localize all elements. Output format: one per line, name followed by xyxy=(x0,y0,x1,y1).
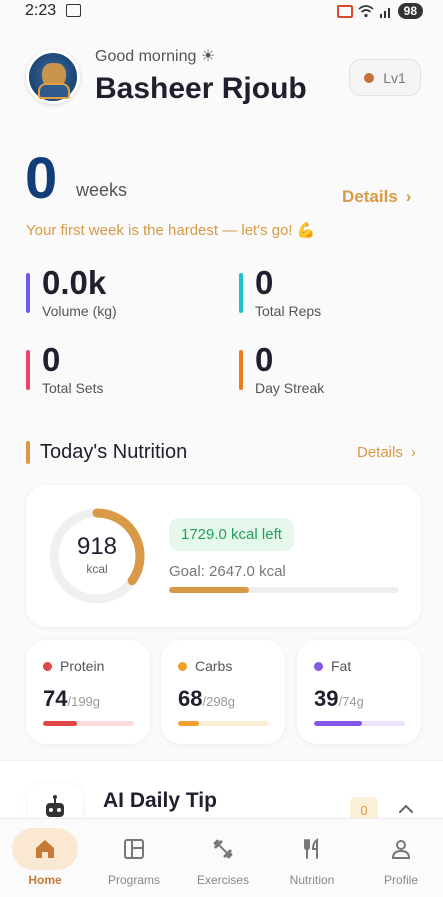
level-badge[interactable]: Lv1 xyxy=(349,59,421,96)
macro-name: Protein xyxy=(60,658,105,674)
nav-exercises[interactable]: Exercises xyxy=(179,819,267,897)
macro-value: 39 xyxy=(314,686,339,711)
macro-dot-icon xyxy=(178,662,187,671)
screenshot-icon xyxy=(66,4,81,17)
macro-dot-icon xyxy=(314,662,323,671)
stat-label: Day Streak xyxy=(255,380,325,396)
status-time: 2:23 xyxy=(25,2,57,19)
stat-label: Total Reps xyxy=(255,303,322,319)
level-label: Lv1 xyxy=(383,69,406,86)
weeks-label: weeks xyxy=(76,180,128,200)
motivation-text: Your first week is the hardest — let's g… xyxy=(26,222,316,239)
stat-value: 0 xyxy=(255,341,274,378)
macro-value: 68 xyxy=(178,686,203,711)
weeks-count: 0 xyxy=(25,146,58,211)
macro-name: Carbs xyxy=(195,658,233,674)
stat-value: 0 xyxy=(42,341,61,378)
calories-unit: kcal xyxy=(86,562,108,576)
macro-goal: /74g xyxy=(338,694,364,709)
macro-progress-track xyxy=(178,721,269,726)
macro-card-protein[interactable]: Protein 74/199g xyxy=(26,640,150,744)
nutrition-section-title: Today's Nutrition xyxy=(40,441,188,463)
macro-progress-track xyxy=(43,721,134,726)
chevron-right-icon: › xyxy=(410,444,416,461)
macro-name: Fat xyxy=(331,658,352,674)
signal-icon xyxy=(379,7,390,18)
level-dot-icon xyxy=(364,72,375,83)
stat-label: Volume (kg) xyxy=(42,303,117,319)
macro-progress-fill xyxy=(314,721,362,726)
fork-knife-icon xyxy=(279,828,345,870)
stat-accent-bar xyxy=(26,350,30,390)
calories-progress-track xyxy=(169,587,399,593)
calorie-ring: 918 kcal xyxy=(48,507,146,605)
macro-goal: /298g xyxy=(202,694,236,709)
nav-nutrition[interactable]: Nutrition xyxy=(268,819,356,897)
nav-label: Programs xyxy=(107,873,160,887)
calories-consumed: 918 xyxy=(76,533,118,560)
ai-tip-title: AI Daily Tip xyxy=(103,789,217,812)
calories-goal-text: Goal: 2647.0 kcal xyxy=(169,563,286,580)
chevron-right-icon: › xyxy=(405,187,412,206)
nutrition-details-link[interactable]: Details › xyxy=(357,444,416,461)
macro-value-line: 68/298g xyxy=(178,686,235,712)
section-accent-bar xyxy=(26,441,30,464)
macro-progress-fill xyxy=(178,721,199,726)
stat-accent-bar xyxy=(239,273,243,313)
stat-label: Total Sets xyxy=(42,380,104,396)
nav-programs[interactable]: Programs xyxy=(90,819,178,897)
macro-progress-track xyxy=(314,721,405,726)
macro-dot-icon xyxy=(43,662,52,671)
avatar[interactable] xyxy=(26,50,80,104)
status-icons: 98 xyxy=(336,3,423,19)
streak-details-label: Details xyxy=(342,187,398,206)
nav-home[interactable]: Home xyxy=(1,819,89,897)
nav-profile[interactable]: Profile xyxy=(357,819,443,897)
wifi-icon xyxy=(358,4,374,17)
calories-progress-fill xyxy=(169,587,249,593)
programs-icon xyxy=(101,828,167,870)
greeting-text: Good morning ☀ xyxy=(95,48,216,65)
dumbbell-icon xyxy=(190,828,256,870)
stat-value: 0.0k xyxy=(42,264,107,301)
streak-details-link[interactable]: Details › xyxy=(342,187,411,207)
macro-card-fat[interactable]: Fat 39/74g xyxy=(297,640,421,744)
stat-value: 0 xyxy=(255,264,274,301)
status-bar: 2:23 98 xyxy=(0,0,443,26)
nutrition-details-label: Details xyxy=(357,444,403,461)
macro-value-line: 74/199g xyxy=(43,686,100,712)
nav-label: Home xyxy=(28,873,62,887)
battery-indicator: 98 xyxy=(397,3,423,19)
cast-icon xyxy=(336,4,353,18)
home-icon xyxy=(12,828,78,870)
nav-label: Exercises xyxy=(196,873,249,887)
avatar-body xyxy=(38,83,70,99)
bottom-navigation: Home Programs Exercises Nutrition Profil… xyxy=(0,818,443,897)
chevron-up-icon[interactable] xyxy=(396,799,416,819)
calories-left-badge: 1729.0 kcal left xyxy=(169,518,294,551)
nav-label: Profile xyxy=(383,873,418,887)
stat-accent-bar xyxy=(239,350,243,390)
nav-label: Nutrition xyxy=(289,873,335,887)
macro-card-carbs[interactable]: Carbs 68/298g xyxy=(161,640,285,744)
username-title: Basheer Rjoub xyxy=(95,72,307,105)
user-icon xyxy=(368,828,434,870)
macro-progress-fill xyxy=(43,721,77,726)
macro-value: 74 xyxy=(43,686,68,711)
calories-card[interactable]: 918 kcal 1729.0 kcal left Goal: 2647.0 k… xyxy=(26,485,421,627)
stat-accent-bar xyxy=(26,273,30,313)
macro-goal: /199g xyxy=(67,694,101,709)
macro-value-line: 39/74g xyxy=(314,686,364,712)
